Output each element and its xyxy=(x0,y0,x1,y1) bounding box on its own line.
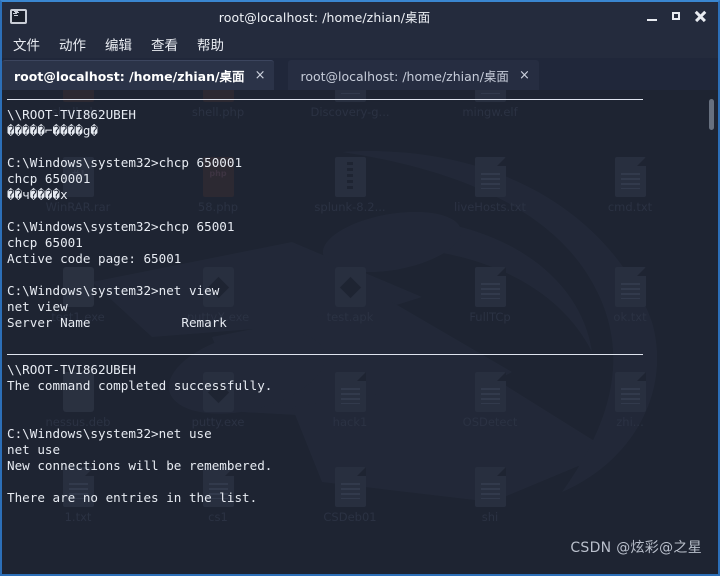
minimize-button[interactable] xyxy=(646,10,659,23)
scrollbar-thumb[interactable] xyxy=(709,99,714,130)
terminal-scrollbar[interactable] xyxy=(707,90,716,574)
terminal-line: Active code page: 65001 xyxy=(7,251,182,266)
terminal-text: \\ROOT-TVI862UBEH �����⌐����g� C:\Windows… xyxy=(7,92,643,506)
terminal-icon xyxy=(10,8,27,24)
menu-item-help[interactable]: 帮助 xyxy=(197,34,224,54)
terminal-line: C:\Windows\system32>net view xyxy=(7,283,220,298)
tabbar: root@localhost: /home/zhian/桌面 × root@lo… xyxy=(2,58,718,90)
window-title: root@localhost: /home/zhian/桌面 xyxy=(218,9,431,25)
terminal-line: chcp 650001 xyxy=(7,171,91,186)
terminal-line: C:\Windows\system32>chcp 65001 xyxy=(7,219,235,234)
terminal-separator-rule xyxy=(7,354,643,355)
menu-item-file[interactable]: 文件 xyxy=(13,34,40,54)
window-controls xyxy=(646,10,707,23)
terminal-line: net use xyxy=(7,442,61,457)
terminal-line: chcp 65001 xyxy=(7,235,83,250)
menubar: 文件 动作 编辑 查看 帮助 xyxy=(2,30,718,58)
tab-close-icon[interactable]: × xyxy=(519,68,530,83)
watermark-text: CSDN @炫彩@之星 xyxy=(570,540,702,556)
maximize-button[interactable] xyxy=(670,10,683,23)
close-button[interactable] xyxy=(694,10,707,23)
tab-label: root@localhost: /home/zhian/桌面 xyxy=(14,69,245,84)
tab-close-icon[interactable]: × xyxy=(255,68,266,83)
tab-terminal-2[interactable]: root@localhost: /home/zhian/桌面 × xyxy=(288,60,539,90)
menu-item-action[interactable]: 动作 xyxy=(59,34,86,54)
menu-item-view[interactable]: 查看 xyxy=(151,34,178,54)
tab-terminal-1[interactable]: root@localhost: /home/zhian/桌面 × xyxy=(2,60,275,90)
terminal-line: The command completed successfully. xyxy=(7,378,273,393)
terminal-line: \\ROOT-TVI862UBEH xyxy=(7,362,136,377)
tab-label: root@localhost: /home/zhian/桌面 xyxy=(300,68,509,84)
terminal-line: There are no entries in the list. xyxy=(7,490,258,505)
terminal-line: net view xyxy=(7,299,68,314)
terminal-line: New connections will be remembered. xyxy=(7,458,273,473)
terminal-line: ��ч����x xyxy=(7,187,68,202)
menu-item-edit[interactable]: 编辑 xyxy=(105,34,132,54)
terminal-line: \\ROOT-TVI862UBEH xyxy=(7,107,136,122)
terminal-line: Server Name Remark xyxy=(7,315,227,330)
terminal-separator-rule xyxy=(7,99,643,100)
window-titlebar: root@localhost: /home/zhian/桌面 xyxy=(2,2,718,30)
terminal-window: shell.phpshell.phpDiscovery-g...mingw.el… xyxy=(0,0,720,576)
terminal-line: C:\Windows\system32>chcp 650001 xyxy=(7,155,243,170)
terminal-line: C:\Windows\system32>net use xyxy=(7,426,212,441)
terminal-output-area[interactable]: \\ROOT-TVI862UBEH �����⌐����g� C:\Windows… xyxy=(2,90,718,574)
terminal-line: �����⌐����g� xyxy=(7,123,98,138)
